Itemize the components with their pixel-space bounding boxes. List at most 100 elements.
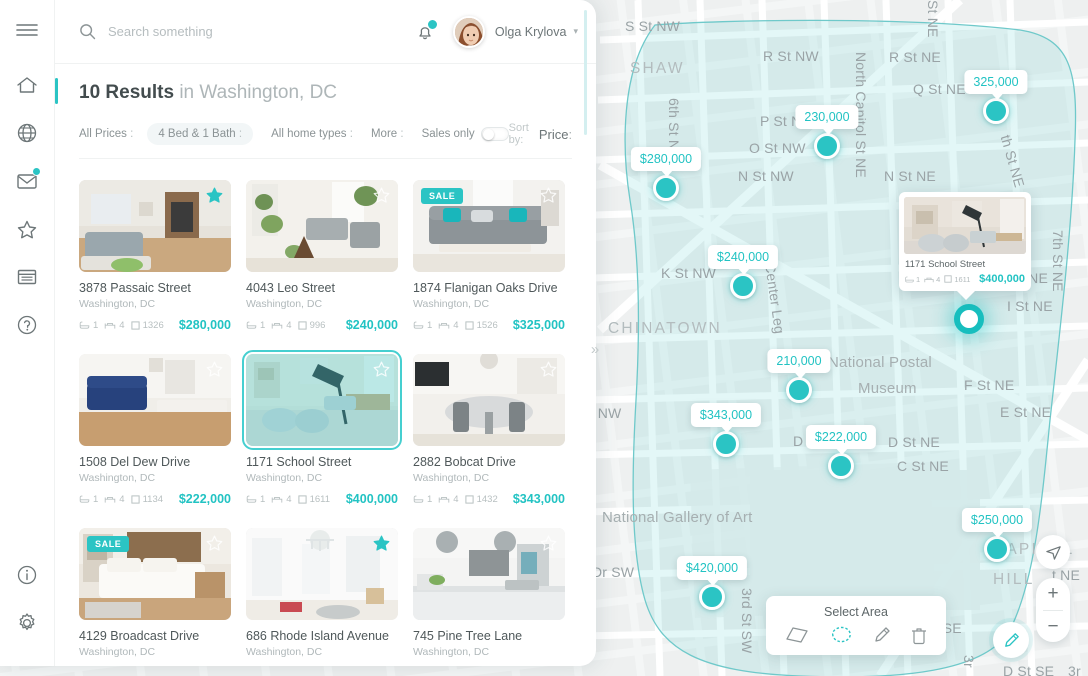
- map-pin[interactable]: 230,000: [795, 105, 859, 159]
- map-pin-dot[interactable]: [828, 453, 854, 479]
- sort-value[interactable]: Price:: [539, 127, 572, 142]
- zoom-in-button[interactable]: +: [1036, 578, 1070, 610]
- map-pin-dot[interactable]: [814, 133, 840, 159]
- map-pin[interactable]: $240,000: [707, 245, 779, 299]
- map-pin[interactable]: $343,000: [690, 403, 762, 457]
- favorite-star-icon[interactable]: [372, 360, 391, 378]
- sidebar-item-news[interactable]: [14, 264, 40, 290]
- navigation-arrow-icon: [1045, 545, 1061, 560]
- map-pin-price[interactable]: $240,000: [707, 245, 779, 275]
- chevron-down-icon[interactable]: ▾: [573, 26, 578, 37]
- filter-sales-only[interactable]: Sales only: [422, 127, 509, 141]
- sidebar-item-help[interactable]: [14, 312, 40, 338]
- map-pin-dot[interactable]: [954, 304, 984, 334]
- hamburger-icon[interactable]: [15, 22, 39, 38]
- filter-more[interactable]: More :: [371, 128, 404, 140]
- map-pin-dot[interactable]: [653, 175, 679, 201]
- map-pin[interactable]: 325,000: [964, 70, 1028, 124]
- listing-thumbnail[interactable]: [79, 354, 231, 446]
- pencil-icon[interactable]: [872, 625, 892, 645]
- select-area-toolbar[interactable]: Select Area: [766, 596, 946, 655]
- panel-collapse-handle[interactable]: »: [578, 332, 612, 366]
- sidebar-item-home[interactable]: [14, 72, 40, 98]
- map-pin-dot[interactable]: [786, 377, 812, 403]
- favorite-star-icon[interactable]: [372, 534, 391, 552]
- trash-icon[interactable]: [910, 625, 928, 645]
- listing-card[interactable]: 745 Pine Tree LaneWashington, DC141400$2…: [413, 528, 565, 666]
- map-pin[interactable]: $280,000: [630, 147, 702, 201]
- filter-all-home-types[interactable]: All home types :: [271, 128, 353, 140]
- map-pin-price[interactable]: 210,000: [767, 349, 831, 379]
- lasso-icon[interactable]: [828, 625, 854, 645]
- search-box[interactable]: [79, 23, 415, 40]
- listing-card[interactable]: 3878 Passaic Street Washington, DC 1 4 1326 $…: [79, 180, 231, 332]
- notifications-button[interactable]: [415, 19, 438, 42]
- draw-fab-button[interactable]: [993, 622, 1029, 658]
- bath-icon: [413, 321, 424, 329]
- sidebar-item-explore[interactable]: [14, 120, 40, 146]
- listing-city: Washington, DC: [413, 298, 490, 310]
- avatar[interactable]: [452, 15, 485, 48]
- map-pin-price[interactable]: $343,000: [690, 403, 762, 433]
- favorite-star-icon[interactable]: [372, 186, 391, 204]
- map-pin-price[interactable]: 230,000: [795, 105, 859, 135]
- sort-control[interactable]: Sort by: Price:: [509, 122, 572, 146]
- listing-thumbnail[interactable]: [79, 180, 231, 272]
- sidebar-item-settings[interactable]: [14, 610, 40, 636]
- favorite-star-icon[interactable]: [539, 360, 558, 378]
- map-pin[interactable]: $250,000: [961, 508, 1033, 562]
- map-pin-price[interactable]: $222,000: [805, 425, 877, 455]
- map-pin[interactable]: $222,000: [805, 425, 877, 479]
- listing-card[interactable]: SALE 1874 Flanigan Oaks Drive Washington, …: [413, 180, 565, 332]
- map-pin-price[interactable]: $280,000: [630, 147, 702, 177]
- sidebar-item-info[interactable]: [14, 562, 40, 588]
- filter-4-bed-1-bath[interactable]: 4 Bed & 1 Bath :: [147, 123, 254, 145]
- polygon-icon[interactable]: [784, 625, 810, 645]
- map-pin[interactable]: $420,000: [676, 556, 748, 610]
- listing-card[interactable]: 1508 Del Dew Drive Washington, DC 1 4 1134 $2…: [79, 354, 231, 506]
- listing-thumbnail[interactable]: [246, 528, 398, 620]
- sales-only-toggle[interactable]: [480, 127, 509, 141]
- listing-thumbnail[interactable]: [242, 350, 402, 450]
- map-pin-price[interactable]: 325,000: [964, 70, 1028, 100]
- map-pin[interactable]: 210,000: [767, 349, 831, 403]
- sidebar-item-messages[interactable]: [14, 167, 41, 194]
- map-pin-dot[interactable]: [983, 98, 1009, 124]
- map-pin-dot[interactable]: [713, 431, 739, 457]
- map-street-label-vertical: 3rd St SW: [739, 588, 755, 654]
- sidebar-item-favorites[interactable]: [14, 216, 40, 242]
- listing-card[interactable]: SALE4129 Broadcast DriveWashington, DC14…: [79, 528, 231, 666]
- map-pin-dot[interactable]: [699, 584, 725, 610]
- listing-thumbnail[interactable]: [413, 354, 565, 446]
- favorite-star-icon[interactable]: [205, 186, 224, 204]
- map-pin-price[interactable]: $420,000: [676, 556, 748, 586]
- map-pin-dot[interactable]: [984, 536, 1010, 562]
- listing-card[interactable]: 686 Rhode Island AvenueWashington, DC141…: [246, 528, 398, 666]
- favorite-star-icon[interactable]: [539, 186, 558, 204]
- map-pin-selected[interactable]: [954, 304, 984, 334]
- user-name[interactable]: Olga Krylova: [495, 25, 567, 39]
- search-input[interactable]: [108, 24, 368, 39]
- filter-all-prices[interactable]: All Prices :: [79, 128, 133, 140]
- list-scrollbar[interactable]: [584, 10, 587, 135]
- listing-card[interactable]: 2882 Bobcat Drive Washington, DC 1 4 1432 $34…: [413, 354, 565, 506]
- favorite-star-icon[interactable]: [205, 360, 224, 378]
- listing-card[interactable]: 1171 School Street Washington, DC 1 4 1611 $4…: [242, 350, 402, 506]
- zoom-out-button[interactable]: −: [1036, 611, 1070, 643]
- listing-thumbnail[interactable]: [246, 180, 398, 272]
- listing-specs: 1 4 1432 $343,000: [413, 492, 565, 506]
- zoom-controls[interactable]: + −: [1036, 578, 1070, 642]
- listing-card[interactable]: 4043 Leo Street Washington, DC 1 4 996 $240,0…: [246, 180, 398, 332]
- map-property-popup[interactable]: 1171 School Street 1 4 1611 $400,000: [899, 192, 1031, 300]
- listing-grid[interactable]: 3878 Passaic Street Washington, DC 1 4 1326 $…: [55, 168, 596, 666]
- map-pin-price[interactable]: $250,000: [961, 508, 1033, 538]
- listing-thumbnail[interactable]: SALE: [79, 528, 231, 620]
- locate-button[interactable]: [1036, 535, 1070, 569]
- favorite-star-icon[interactable]: [205, 534, 224, 552]
- listing-thumbnail[interactable]: SALE: [413, 180, 565, 272]
- favorite-star-icon[interactable]: [539, 534, 558, 552]
- map-pin-dot[interactable]: [730, 273, 756, 299]
- listing-thumbnail[interactable]: [413, 528, 565, 620]
- area-icon: [297, 494, 307, 504]
- listing-city: Washington, DC: [413, 472, 490, 484]
